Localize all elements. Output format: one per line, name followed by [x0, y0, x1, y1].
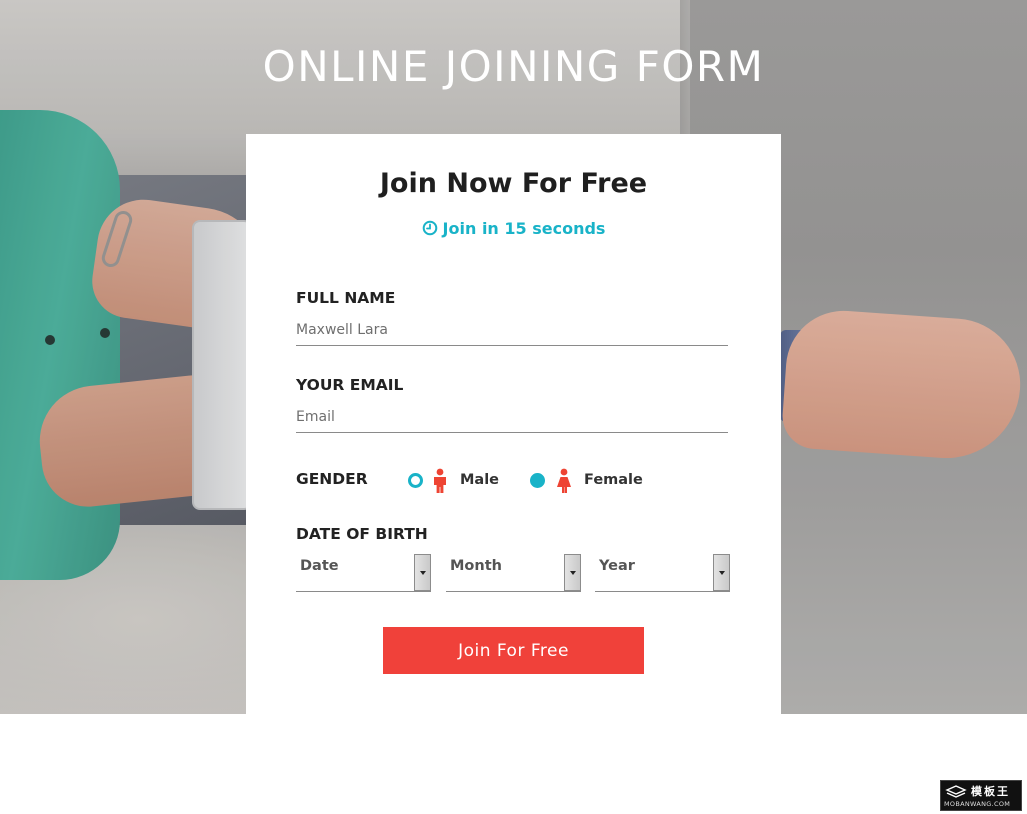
- watermark-cn-text: 模板王: [971, 785, 1010, 798]
- form-heading: Join Now For Free: [379, 168, 648, 199]
- year-select-value: Year: [599, 558, 635, 574]
- year-select[interactable]: Year: [595, 554, 730, 592]
- male-radio[interactable]: [408, 473, 423, 488]
- subtitle-text: Join in 15 seconds: [442, 219, 606, 238]
- date-dropdown-arrow-icon[interactable]: [414, 554, 431, 591]
- joining-form-card: Join Now For Free Join in 15 seconds FUL…: [246, 134, 781, 714]
- gender-label: GENDER: [296, 470, 368, 488]
- page-title: ONLINE JOINING FORM: [262, 42, 765, 91]
- month-dropdown-arrow-icon[interactable]: [564, 554, 581, 591]
- year-dropdown-arrow-icon[interactable]: [713, 554, 730, 591]
- female-radio[interactable]: [530, 473, 545, 488]
- email-input[interactable]: [296, 401, 728, 433]
- date-select[interactable]: Date: [296, 554, 431, 592]
- watermark-en-text: MOBANWANG.COM: [944, 800, 1011, 808]
- male-icon: [431, 468, 449, 498]
- email-label: YOUR EMAIL: [296, 376, 404, 394]
- date-select-value: Date: [300, 558, 339, 574]
- join-for-free-button[interactable]: Join For Free: [383, 627, 644, 674]
- month-select[interactable]: Month: [446, 554, 581, 592]
- clock-icon: [422, 220, 438, 242]
- full-name-label: FULL NAME: [296, 289, 396, 307]
- form-subtitle: Join in 15 seconds: [246, 218, 781, 242]
- month-select-value: Month: [450, 558, 502, 574]
- dob-label: DATE OF BIRTH: [296, 525, 428, 543]
- site-watermark: 模板王 MOBANWANG.COM: [940, 780, 1022, 811]
- female-icon: [555, 468, 573, 498]
- gender-group: GENDER Male Female: [296, 468, 736, 494]
- male-label: Male: [460, 472, 500, 488]
- female-label: Female: [584, 472, 643, 488]
- full-name-input[interactable]: [296, 314, 728, 346]
